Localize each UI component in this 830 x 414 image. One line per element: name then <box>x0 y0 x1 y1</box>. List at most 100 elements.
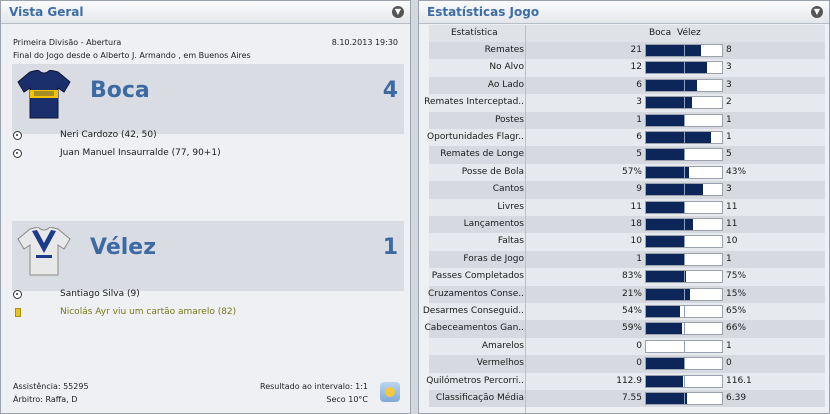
home-value: 9 <box>636 184 642 195</box>
home-value: 0 <box>636 358 642 369</box>
away-team-name[interactable]: Vélez <box>90 235 156 260</box>
event-text[interactable]: Neri Cardozo (42, 50) <box>60 130 157 140</box>
stat-label: Amarelos <box>481 340 524 351</box>
away-value: 5 <box>726 149 732 160</box>
halftime-score: Resultado ao intervalo: 1:1 <box>260 382 368 391</box>
home-share-fill <box>646 166 690 178</box>
bar-midpoint <box>684 201 685 213</box>
stat-comparison-bar <box>645 78 723 92</box>
stats-row: Posse de Bola 57% 43% <box>429 163 825 182</box>
stats-row: Desarmes Conseguid.. 54% 65% <box>423 303 825 321</box>
home-share-fill <box>646 393 688 404</box>
away-value: 1 <box>726 340 732 351</box>
home-value: 21 <box>630 45 642 55</box>
home-share-fill <box>646 201 684 213</box>
stats-row: Oportunidades Flagr.. 6 1 <box>427 129 825 147</box>
home-share-fill <box>646 271 687 283</box>
stat-label: Cabeceamentos Gan.. <box>424 323 524 334</box>
home-team-box: Boca 4 <box>12 64 404 134</box>
stats-row: Foras de Jogo 1 1 <box>429 250 825 269</box>
home-share-fill <box>646 323 682 335</box>
bar-midpoint <box>684 114 685 126</box>
overview-header: Vista Geral ▼ <box>1 1 410 24</box>
stat-comparison-bar <box>645 218 723 231</box>
stat-label: Classificação Média <box>435 393 524 403</box>
home-share-fill <box>646 306 681 317</box>
stat-comparison-bar <box>645 113 723 127</box>
bar-midpoint <box>684 149 685 161</box>
referee-label[interactable]: Árbitro: Raffa, D <box>13 395 77 404</box>
away-team-score: 1 <box>382 235 398 260</box>
home-share-fill <box>646 79 697 91</box>
stat-label: Foras de Jogo <box>463 253 524 264</box>
bar-midpoint <box>684 97 685 109</box>
away-value: 10 <box>726 236 738 247</box>
stats-row: Ao Lado 6 3 <box>429 76 825 95</box>
stat-label: Ao Lado <box>487 79 524 90</box>
attendance-label: Assistência: 55295 <box>13 382 89 391</box>
stat-comparison-bar <box>645 252 723 266</box>
away-value: 1 <box>726 114 732 125</box>
goal-ball-icon <box>13 149 22 158</box>
stat-comparison-bar <box>645 305 723 318</box>
stat-comparison-bar <box>645 392 723 405</box>
stat-comparison-bar <box>645 148 723 162</box>
stat-label: Quilómetros Percorri.. <box>426 375 524 386</box>
event-text[interactable]: Juan Manuel Insaurralde (77, 90+1) <box>60 148 221 158</box>
stats-row: Cantos 9 3 <box>429 181 825 199</box>
stats-row: Remates de Longe 5 5 <box>429 146 825 164</box>
stats-row: Amarelos 0 1 <box>429 337 825 356</box>
away-value: 11 <box>726 201 738 212</box>
away-value: 75% <box>726 271 747 282</box>
home-team-name[interactable]: Boca <box>90 78 150 103</box>
stats-row: Livres 11 11 <box>429 198 825 216</box>
match-datetime: 8.10.2013 19:30 <box>331 38 398 47</box>
bar-midpoint <box>684 236 685 248</box>
home-share-fill <box>646 375 684 387</box>
bar-midpoint <box>684 358 685 370</box>
bar-midpoint <box>684 79 685 91</box>
away-value: 6.39 <box>726 393 747 403</box>
event-text[interactable]: Nicolás Ayr viu um cartão amarelo (82) <box>60 307 236 317</box>
stat-label: Desarmes Conseguid.. <box>422 306 524 316</box>
stat-label: Cantos <box>492 184 524 195</box>
collapse-icon[interactable]: ▼ <box>392 6 404 18</box>
event-text[interactable]: Santiago Silva (9) <box>60 289 140 299</box>
home-value: 59% <box>621 323 642 334</box>
bar-midpoint <box>684 288 685 300</box>
away-column-label[interactable]: Vélez <box>677 25 701 42</box>
stat-label: Passes Completados <box>431 271 524 282</box>
bar-midpoint <box>684 323 685 335</box>
stats-header: Estatísticas Jogo ▼ <box>419 1 829 24</box>
home-value: 10 <box>630 236 642 247</box>
home-value: 6 <box>636 132 642 142</box>
stat-comparison-bar <box>645 287 723 301</box>
weather-label: Seco 10°C <box>326 395 368 404</box>
home-value: 5 <box>636 149 642 160</box>
bar-midpoint <box>684 45 685 56</box>
bar-midpoint <box>684 271 685 283</box>
home-share-fill <box>646 62 707 74</box>
stat-comparison-bar <box>645 374 723 388</box>
collapse-icon[interactable]: ▼ <box>811 6 823 18</box>
goal-ball-icon <box>13 131 22 140</box>
away-value: 8 <box>726 45 732 55</box>
competition-label: Primeira Divisão - Abertura <box>13 38 122 47</box>
stat-label: Vermelhos <box>476 358 524 369</box>
home-share-fill <box>646 236 684 248</box>
overview-title: Vista Geral <box>9 5 84 19</box>
home-value: 112.9 <box>616 375 642 386</box>
home-share-fill <box>646 184 703 196</box>
home-value: 3 <box>636 97 642 108</box>
home-value: 21% <box>621 288 642 299</box>
stats-title: Estatísticas Jogo <box>427 5 540 19</box>
home-share-fill <box>646 114 684 126</box>
home-column-label[interactable]: Boca <box>649 25 671 42</box>
stat-label: Lançamentos <box>463 219 524 229</box>
stat-column-label[interactable]: Estatística <box>451 25 498 42</box>
home-share-fill <box>646 45 701 56</box>
away-value: 3 <box>726 184 732 195</box>
away-value: 3 <box>726 62 732 73</box>
stat-comparison-bar <box>645 322 723 336</box>
stats-row: No Alvo 12 3 <box>429 59 825 77</box>
